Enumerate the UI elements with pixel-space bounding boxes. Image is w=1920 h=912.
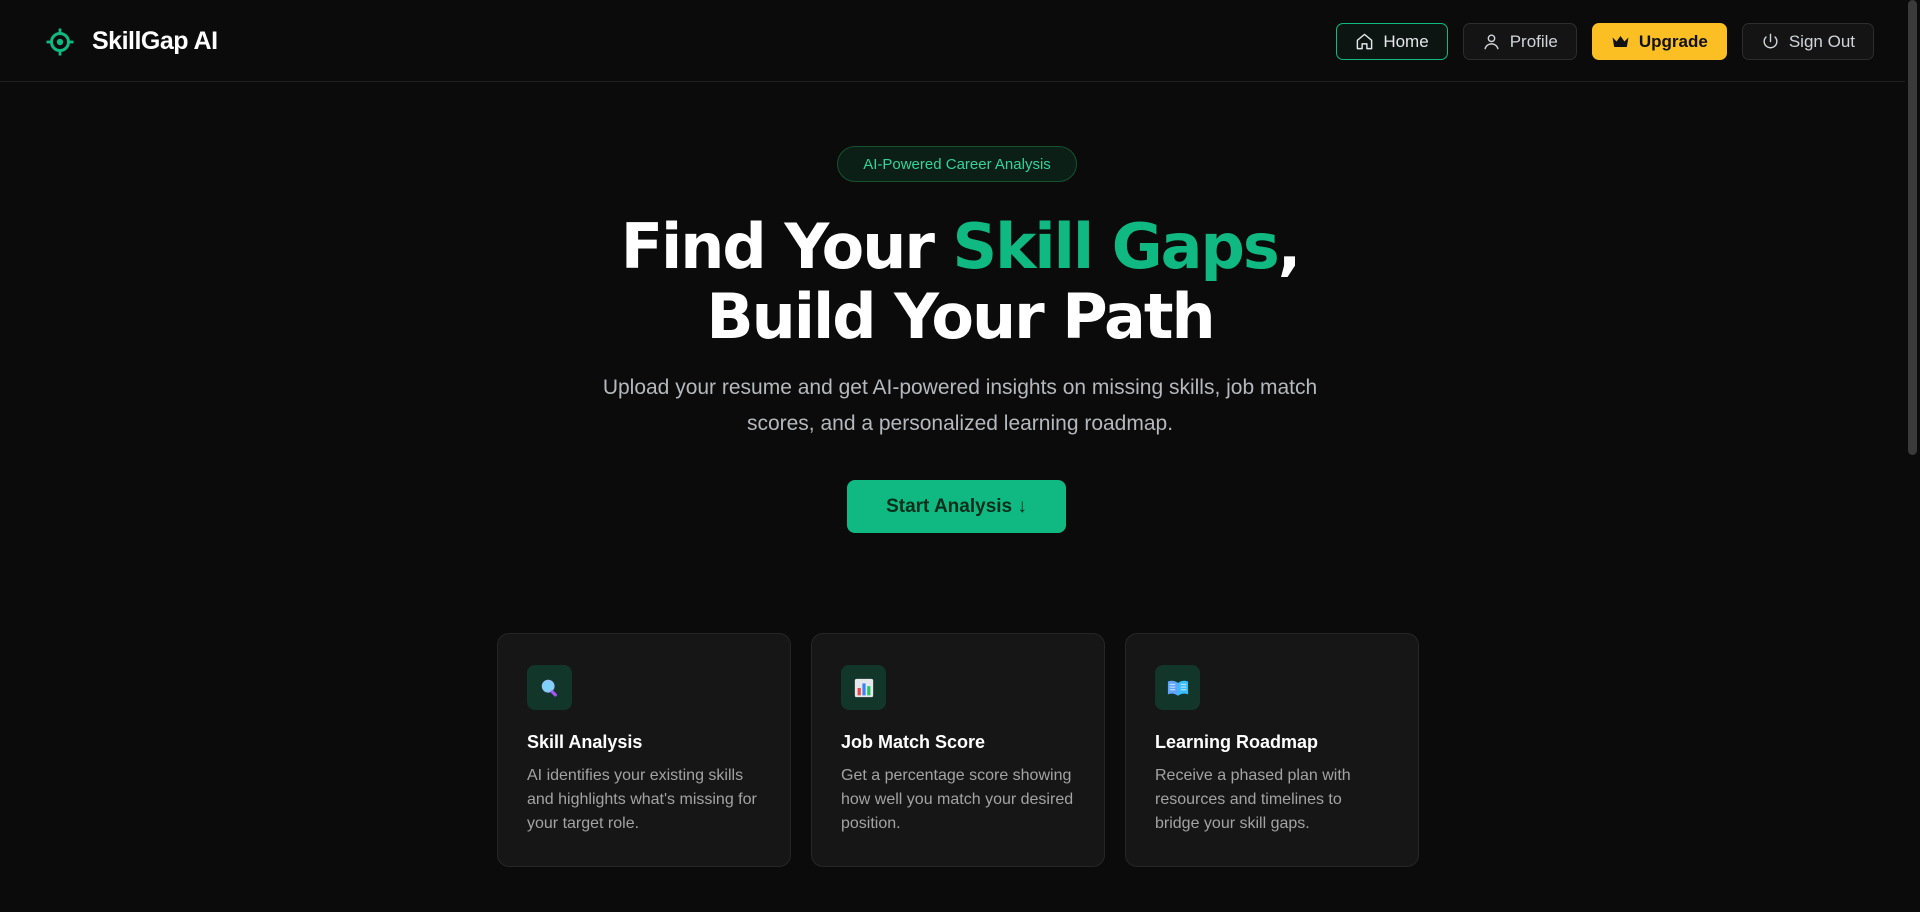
target-icon [46, 28, 74, 55]
page-scrollbar[interactable] [1905, 0, 1920, 912]
brand[interactable]: SkillGap AI [46, 27, 218, 56]
top-nav: Home Profile Upgrade Sign Out [1336, 23, 1874, 60]
hero-title-line2: Build Your Path [706, 280, 1215, 353]
start-analysis-button[interactable]: Start Analysis ↓ [847, 480, 1066, 533]
feature-card-skill-analysis: Skill Analysis AI identifies your existi… [497, 633, 791, 867]
hero-subtitle: Upload your resume and get AI-powered in… [602, 376, 1318, 435]
sign-out-label: Sign Out [1788, 31, 1855, 51]
brand-name: SkillGap AI [92, 27, 218, 55]
feature-title: Learning Roadmap [1155, 732, 1319, 752]
feature-description: Receive a phased plan with resources and… [1155, 767, 1351, 832]
feature-description: Get a percentage score showing how well … [841, 767, 1074, 832]
hero-title-part2: , [1277, 210, 1302, 283]
scrollbar-thumb[interactable] [1908, 0, 1917, 455]
feature-card-job-match: Job Match Score Get a percentage score s… [811, 633, 1105, 867]
user-icon [1484, 34, 1499, 50]
feature-card-learning-roadmap: Learning Roadmap Receive a phased plan w… [1125, 633, 1419, 867]
feature-description: AI identifies your existing skills and h… [527, 767, 757, 832]
home-label: Home [1383, 31, 1429, 51]
home-button[interactable]: Home [1336, 23, 1448, 60]
magnifier-icon [527, 665, 572, 710]
top-header: SkillGap AI Home Profile Upgrade Sign Ou… [0, 0, 1920, 82]
open-book-icon [1155, 665, 1200, 710]
feature-title: Job Match Score [841, 732, 986, 752]
hero-title: Find Your Skill Gaps, Build Your Path [560, 212, 1360, 352]
power-icon [1763, 33, 1778, 49]
hero-title-accent: Skill Gaps [952, 210, 1280, 283]
feature-cards: Skill Analysis AI identifies your existi… [497, 633, 1419, 867]
sign-out-button[interactable]: Sign Out [1741, 23, 1874, 60]
upgrade-label: Upgrade [1638, 31, 1708, 51]
home-icon [1356, 33, 1373, 50]
upgrade-button[interactable]: Upgrade [1591, 23, 1727, 60]
profile-label: Profile [1509, 31, 1558, 51]
feature-title: Skill Analysis [527, 732, 643, 752]
hero-badge: AI-Powered Career Analysis [837, 146, 1077, 182]
bar-chart-icon [841, 665, 886, 710]
hero-title-part1: Find Your [620, 210, 953, 283]
profile-button[interactable]: Profile [1462, 23, 1577, 60]
crown-icon [1612, 35, 1629, 48]
